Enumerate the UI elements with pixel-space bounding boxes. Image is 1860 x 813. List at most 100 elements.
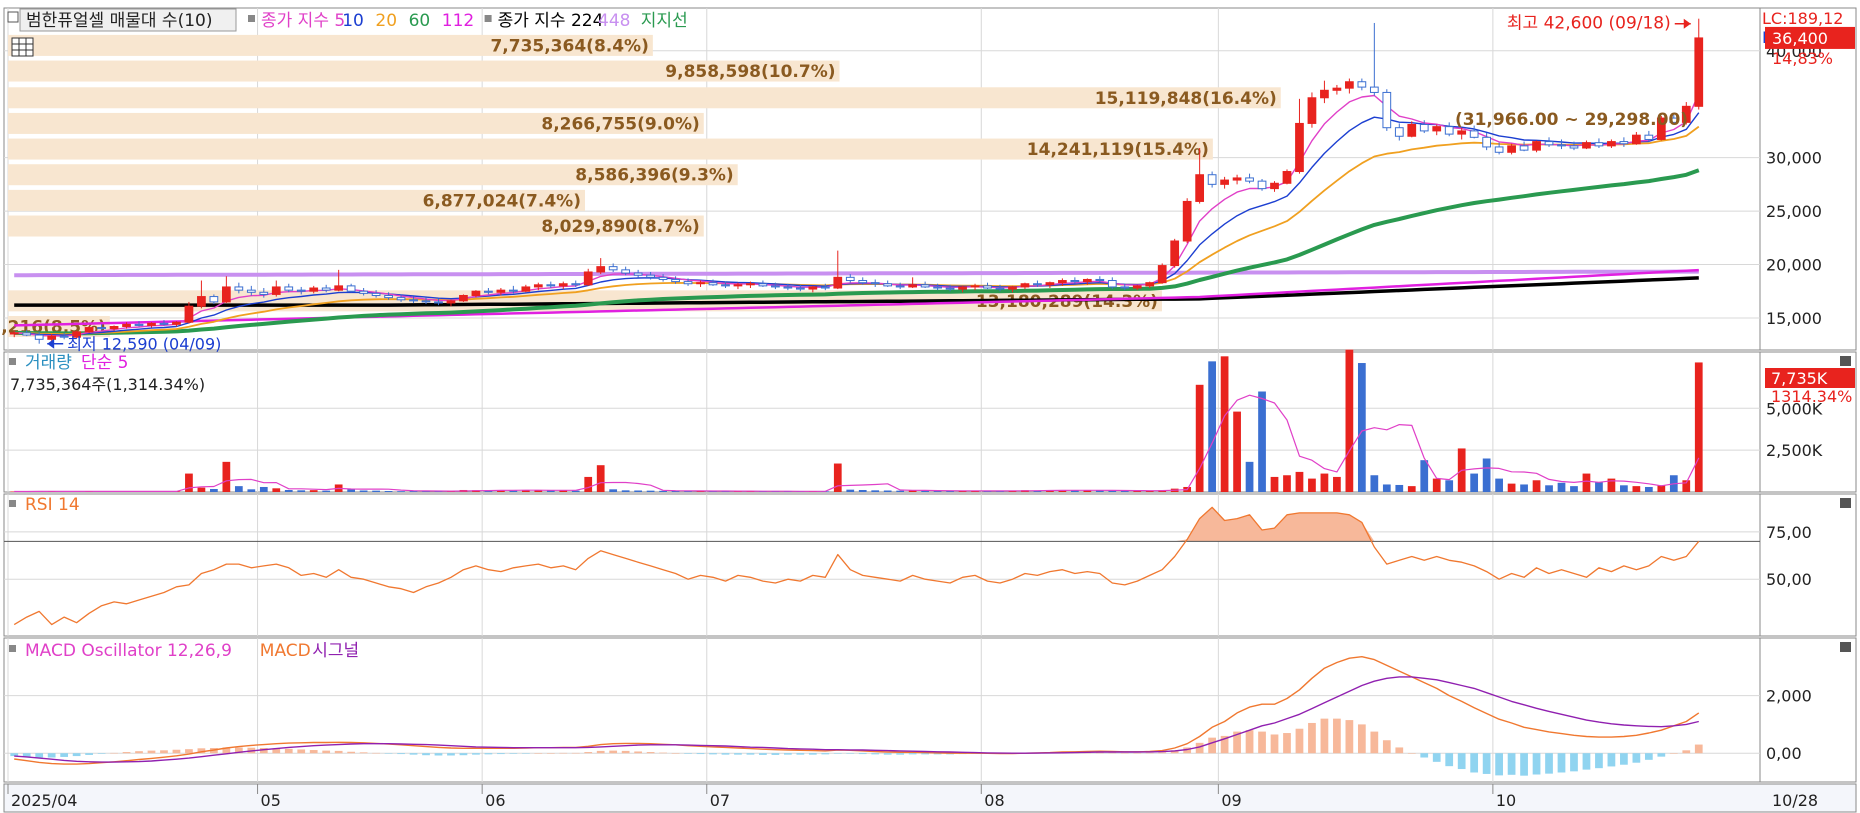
candle-body bbox=[970, 285, 980, 288]
volume-bar bbox=[1482, 458, 1491, 492]
volume-bar bbox=[1283, 475, 1291, 492]
x-tick-label: 10 bbox=[1496, 791, 1516, 810]
range-note: (31,966.00 ~ 29,298.00) bbox=[1455, 110, 1688, 130]
candle-body bbox=[1469, 130, 1479, 138]
x-tick-label: 06 bbox=[485, 791, 505, 810]
candle-body bbox=[1382, 91, 1392, 129]
volume-bar bbox=[1557, 482, 1566, 492]
volume-bar bbox=[1620, 485, 1628, 492]
macd-oscillator-bar bbox=[771, 753, 780, 755]
macd-oscillator-bar bbox=[334, 750, 343, 754]
candle-body bbox=[1644, 134, 1654, 140]
x-tick-label: 08 bbox=[984, 791, 1004, 810]
last-price: 36,400 bbox=[1772, 29, 1828, 48]
candle-body bbox=[833, 276, 843, 289]
candle-body bbox=[883, 283, 893, 287]
macd-oscillator-bar bbox=[696, 753, 705, 755]
stock-chart[interactable]: 7,735,364(8.4%) 9,858,598(10.7%) 15,119,84… bbox=[0, 0, 1860, 813]
high-note: 최고 42,600 (09/18) bbox=[1507, 14, 1671, 34]
macd-oscillator-bar bbox=[1607, 753, 1616, 767]
volume-last-badge: 7,735K bbox=[1771, 369, 1828, 388]
candle-body bbox=[1307, 97, 1317, 124]
macd-oscillator-bar bbox=[1657, 753, 1666, 757]
candle-body bbox=[1432, 126, 1442, 132]
macd-oscillator-bar bbox=[297, 749, 306, 754]
macd-oscillator-bar bbox=[1432, 753, 1441, 762]
macd-oscillator-bar bbox=[397, 753, 405, 755]
macd-oscillator-bar bbox=[172, 749, 181, 754]
volume-bar bbox=[858, 489, 867, 492]
macd-oscillator-bar bbox=[1495, 753, 1503, 776]
legend-marker bbox=[248, 15, 255, 22]
candle-body bbox=[1107, 280, 1117, 288]
candle-body bbox=[1095, 278, 1105, 282]
volume-bar bbox=[883, 490, 892, 492]
volume-bar bbox=[1632, 486, 1641, 492]
volume-bar bbox=[1545, 485, 1553, 492]
candle-body bbox=[184, 305, 194, 323]
macd-oscillator-bar bbox=[1308, 722, 1316, 754]
macd-oscillator-bar bbox=[759, 753, 767, 755]
candle-body bbox=[1345, 81, 1354, 89]
volume-bar bbox=[1220, 356, 1229, 492]
volume-bar bbox=[247, 489, 256, 492]
candle-body bbox=[1532, 141, 1541, 151]
candle-body bbox=[9, 332, 19, 335]
candle-body bbox=[396, 297, 406, 301]
macd-oscillator-bar bbox=[634, 751, 643, 754]
candle-body bbox=[1357, 81, 1367, 88]
macd-oscillator-bar bbox=[359, 752, 368, 754]
candle-body bbox=[546, 284, 556, 287]
macd-oscillator-bar bbox=[185, 749, 193, 754]
candle-body bbox=[134, 323, 144, 326]
macd-oscillator-bar bbox=[509, 753, 518, 754]
volume-bar bbox=[210, 488, 218, 492]
macd-oscillator-bar bbox=[1283, 733, 1291, 754]
candle-body bbox=[958, 286, 967, 290]
macd-oscillator-bar bbox=[409, 753, 418, 755]
volume-bar bbox=[322, 490, 331, 492]
macd-oscillator-bar bbox=[833, 753, 842, 754]
candle-body bbox=[1632, 134, 1641, 145]
candle-body bbox=[484, 290, 493, 293]
macd-oscillator-bar bbox=[1457, 753, 1466, 770]
volume-bar bbox=[1382, 484, 1391, 492]
macd-oscillator-bar bbox=[60, 753, 69, 757]
candle-body bbox=[172, 321, 181, 325]
macd-oscillator-bar bbox=[1320, 718, 1329, 754]
candle-body bbox=[221, 286, 231, 303]
macd-oscillator-bar bbox=[1570, 753, 1578, 772]
macd-oscillator-bar bbox=[1382, 740, 1391, 754]
macd-tick-label: 2,000 bbox=[1766, 687, 1812, 706]
candle-body bbox=[1557, 144, 1566, 147]
legend-item: 20 bbox=[375, 11, 397, 31]
candle-body bbox=[808, 286, 818, 290]
rsi-tick-label: 50,00 bbox=[1766, 570, 1812, 589]
volume-bar bbox=[1420, 460, 1429, 492]
macd-oscillator-bar bbox=[646, 752, 655, 754]
candle-body bbox=[1407, 123, 1417, 137]
candle-body bbox=[1207, 174, 1217, 185]
macd-oscillator-bar bbox=[1258, 731, 1266, 754]
macd-oscillator-bar bbox=[908, 753, 917, 755]
candle-body bbox=[758, 283, 768, 287]
macd-oscillator-bar bbox=[1270, 734, 1279, 754]
candle-body bbox=[384, 294, 393, 299]
candle-body bbox=[933, 286, 942, 289]
candle-body bbox=[1008, 286, 1017, 290]
macd-oscillator-bar bbox=[858, 753, 867, 755]
candle-body bbox=[1195, 174, 1205, 202]
volume-bar bbox=[1195, 384, 1204, 492]
macd-oscillator-bar bbox=[1545, 753, 1553, 774]
volume-bar bbox=[584, 476, 593, 492]
macd-oscillator-bar bbox=[1445, 753, 1454, 767]
candle-body bbox=[1182, 200, 1192, 242]
volume-bar bbox=[1357, 363, 1366, 492]
volume-bar bbox=[1345, 349, 1354, 492]
legend-title: 범한퓨얼셀 매물대 수(10) bbox=[26, 11, 212, 31]
volume-profile-band bbox=[8, 87, 1281, 109]
rsi-legend: RSI 14 bbox=[25, 495, 80, 515]
candle-body bbox=[1419, 123, 1429, 132]
volume-profile-label: 8,266,755(9.0%) bbox=[541, 114, 699, 134]
macd-oscillator-bar bbox=[596, 750, 605, 754]
